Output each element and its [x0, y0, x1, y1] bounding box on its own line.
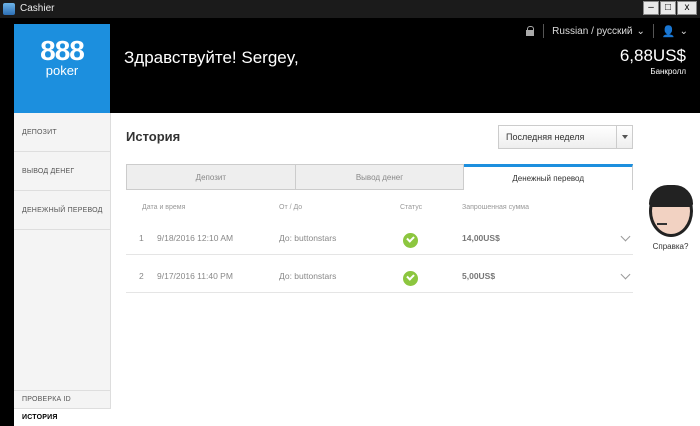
cashier-window: 888 poker Здравствуйте! Sergey, Russian …	[0, 18, 700, 426]
window-titlebar: Cashier – □ x	[0, 0, 700, 18]
headset-mic-icon	[657, 223, 667, 225]
row-from-to: До: buttonstars	[279, 233, 337, 243]
help-label: Справка?	[652, 242, 689, 251]
help-widget[interactable]: Справка?	[641, 183, 700, 258]
column-header-date: Дата и время	[142, 204, 186, 211]
app-icon	[3, 3, 15, 15]
logo-poker: poker	[45, 63, 79, 78]
user-icon[interactable]: 👤	[662, 25, 676, 38]
row-number: 2	[139, 271, 144, 281]
sidebar-item-withdraw[interactable]: Вывод денег	[14, 152, 110, 191]
row-date: 9/18/2016 12:10 AM	[157, 233, 234, 243]
888poker-logo: 888 poker	[14, 24, 110, 113]
divider	[652, 24, 654, 38]
window-title: Cashier	[20, 3, 55, 14]
support-agent-hair	[649, 185, 693, 207]
sidebar-item-id-check[interactable]: Проверка ID	[14, 390, 111, 408]
status-check-icon	[403, 233, 418, 248]
status-check-icon	[403, 271, 418, 286]
sidebar-item-transfer[interactable]: Денежный перевод	[14, 191, 110, 230]
chevron-down-icon[interactable]: ⌄	[680, 26, 688, 37]
period-select[interactable]: Последняя неделя	[498, 125, 633, 149]
tab-transfer[interactable]: Денежный перевод	[464, 164, 634, 190]
row-date: 9/17/2016 11:40 PM	[157, 271, 233, 281]
column-header-amount: Запрошенная сумма	[462, 204, 530, 211]
sidebar: Депозит Вывод денег Денежный перевод Про…	[14, 113, 111, 426]
row-amount: 14,00US$	[462, 233, 500, 243]
table-header: Дата и время От / До Статус Запрошенная …	[126, 204, 633, 216]
row-number: 1	[139, 233, 144, 243]
chevron-down-icon[interactable]: ⌄	[637, 26, 645, 37]
close-button[interactable]: x	[677, 1, 697, 15]
period-select-value: Последняя неделя	[506, 132, 585, 142]
header-controls: Russian / русский ⌄ 👤 ⌄	[526, 24, 688, 38]
maximize-button[interactable]: □	[660, 1, 676, 15]
tab-deposit[interactable]: Депозит	[126, 164, 296, 190]
chevron-down-icon[interactable]	[620, 269, 631, 280]
sidebar-bottom: Проверка ID История	[14, 390, 111, 426]
row-amount: 5,00US$	[462, 271, 496, 281]
column-header-from-to: От / До	[279, 204, 303, 211]
column-header-status: Статус	[400, 204, 423, 211]
balance-amount: 6,88US$	[619, 46, 686, 65]
chevron-down-icon[interactable]	[616, 126, 632, 148]
lock-icon	[526, 26, 535, 36]
history-tabs: Депозит Вывод денег Денежный перевод	[126, 164, 634, 190]
table-row[interactable]: 2 9/17/2016 11:40 PM До: buttonstars 5,0…	[126, 259, 633, 293]
table-row[interactable]: 1 9/18/2016 12:10 AM До: buttonstars 14,…	[126, 221, 633, 255]
sidebar-item-deposit[interactable]: Депозит	[14, 113, 110, 152]
tab-withdraw[interactable]: Вывод денег	[295, 164, 465, 190]
chevron-down-icon[interactable]	[620, 231, 631, 242]
balance-label: Банкролл	[650, 67, 686, 76]
row-from-to: До: buttonstars	[279, 271, 337, 281]
window-controls: – □ x	[643, 1, 697, 15]
sidebar-item-history[interactable]: История	[14, 408, 111, 426]
language-selector[interactable]: Russian / русский	[552, 26, 632, 37]
divider	[543, 24, 545, 38]
minimize-button[interactable]: –	[643, 1, 659, 15]
main-panel: История Последняя неделя Депозит Вывод д…	[111, 113, 700, 426]
greeting-text: Здравствуйте! Sergey,	[124, 48, 299, 67]
page-title: История	[126, 129, 181, 144]
